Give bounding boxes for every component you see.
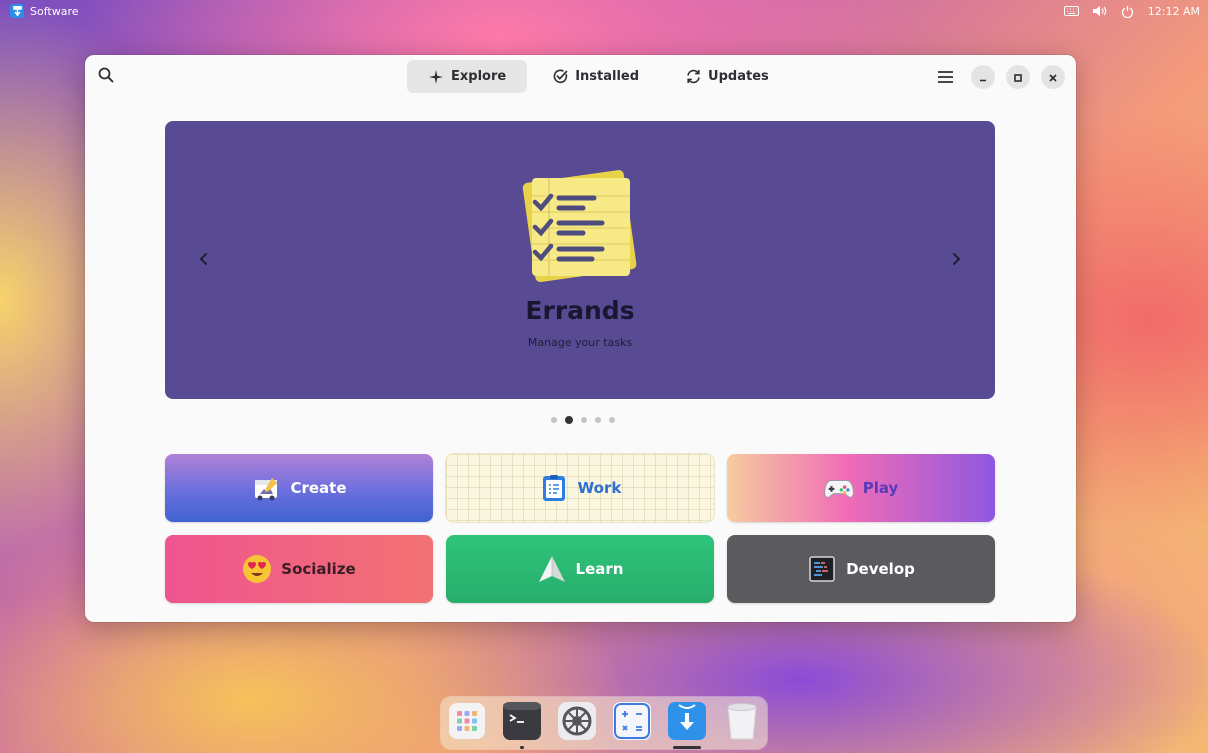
category-work[interactable]: Work	[446, 454, 714, 522]
carousel-dot[interactable]	[595, 417, 601, 423]
search-button[interactable]	[95, 66, 117, 88]
category-grid: Create Work Play Socialize Learn Develop	[165, 454, 995, 603]
carousel-dot[interactable]	[581, 417, 587, 423]
paper-plane-icon	[537, 554, 567, 584]
close-button[interactable]	[1041, 65, 1065, 89]
keyboard-icon[interactable]	[1064, 4, 1080, 18]
category-develop-label: Develop	[846, 560, 915, 578]
carousel-dot[interactable]	[609, 417, 615, 423]
focused-indicator	[672, 745, 701, 749]
chevron-left-icon	[199, 251, 209, 270]
category-play-label: Play	[862, 479, 899, 497]
tab-explore[interactable]: Explore	[407, 60, 528, 93]
view-switcher: Explore Installed Updates	[407, 60, 790, 93]
close-icon	[1048, 68, 1058, 87]
top-panel: Software 12:12 AM	[0, 0, 1208, 22]
featured-carousel[interactable]: Errands Manage your tasks	[165, 121, 995, 399]
check-circle-icon	[552, 69, 568, 85]
volume-icon[interactable]	[1092, 4, 1108, 18]
category-play[interactable]: Play	[727, 454, 995, 522]
active-app-indicator[interactable]: Software	[10, 4, 79, 18]
hamburger-menu-icon	[937, 68, 953, 87]
errands-app-icon[interactable]	[519, 168, 641, 290]
clipboard-icon	[539, 473, 569, 503]
dock	[441, 697, 767, 749]
carousel-dot-active[interactable]	[565, 416, 573, 424]
calculator-icon	[612, 701, 652, 745]
carousel-previous-button[interactable]	[192, 248, 216, 272]
software-app-icon	[10, 4, 24, 18]
category-create-label: Create	[290, 479, 347, 497]
tab-installed[interactable]: Installed	[531, 60, 660, 93]
minimize-icon	[978, 68, 988, 87]
category-work-label: Work	[577, 479, 622, 497]
software-window: Explore Installed Updates Errands Manage…	[85, 55, 1076, 622]
app-grid-icon	[448, 702, 486, 744]
tab-updates[interactable]: Updates	[664, 60, 790, 93]
dock-software[interactable]	[667, 701, 707, 749]
settings-icon	[557, 701, 597, 745]
category-create[interactable]: Create	[165, 454, 433, 522]
dock-settings[interactable]	[557, 701, 597, 745]
chevron-right-icon	[951, 251, 961, 270]
active-app-name: Software	[30, 4, 79, 18]
dock-terminal[interactable]	[502, 701, 542, 749]
dock-app-grid[interactable]	[447, 702, 486, 744]
headerbar: Explore Installed Updates	[85, 55, 1076, 99]
create-icon	[251, 473, 281, 503]
sparkle-icon	[428, 69, 444, 85]
maximize-button[interactable]	[1006, 65, 1030, 89]
carousel-next-button[interactable]	[944, 248, 968, 272]
category-develop[interactable]: Develop	[727, 535, 995, 603]
carousel-dot[interactable]	[551, 417, 557, 423]
maximize-icon	[1013, 68, 1023, 87]
carousel-indicator	[551, 416, 615, 424]
gamepad-icon	[823, 473, 854, 503]
trash-icon	[724, 701, 760, 745]
tab-installed-label: Installed	[575, 69, 640, 84]
tab-updates-label: Updates	[708, 69, 769, 84]
running-indicator	[519, 745, 524, 749]
featured-app-summary: Manage your tasks	[527, 336, 633, 349]
featured-app-title: Errands	[525, 296, 635, 325]
heart-eyes-emoji-icon	[242, 554, 272, 584]
category-socialize[interactable]: Socialize	[165, 535, 433, 603]
power-icon[interactable]	[1120, 4, 1136, 18]
refresh-icon	[685, 69, 701, 85]
code-editor-icon	[807, 554, 837, 584]
tab-explore-label: Explore	[451, 69, 507, 84]
minimize-button[interactable]	[971, 65, 995, 89]
terminal-icon	[502, 701, 542, 745]
main-menu-button[interactable]	[933, 65, 957, 89]
clock[interactable]: 12:12 AM	[1148, 5, 1200, 18]
category-learn-label: Learn	[575, 560, 624, 578]
category-learn[interactable]: Learn	[446, 535, 714, 603]
category-socialize-label: Socialize	[281, 560, 356, 578]
search-icon	[98, 67, 114, 87]
dock-trash[interactable]	[722, 701, 761, 745]
software-store-icon	[667, 701, 707, 745]
dock-calculator[interactable]	[612, 701, 652, 745]
